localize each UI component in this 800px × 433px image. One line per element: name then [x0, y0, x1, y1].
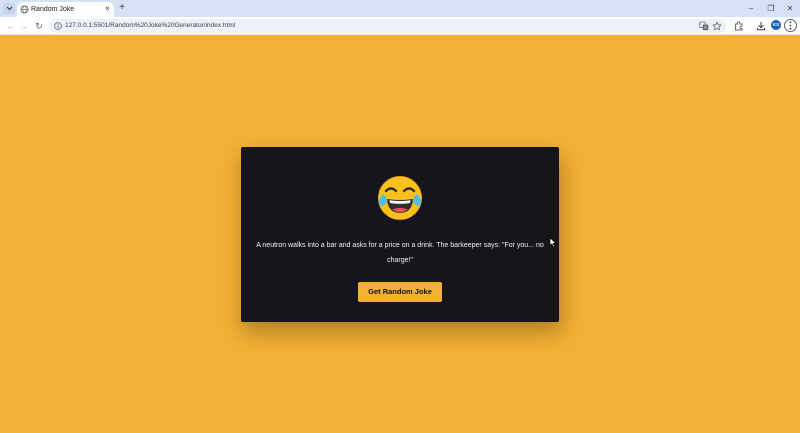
bookmark-star-icon[interactable] [712, 21, 722, 31]
tab-title: Random Joke [31, 6, 75, 13]
joke-text: A neutron walks into a bar and asks for … [256, 242, 544, 264]
globe-icon [20, 5, 29, 14]
tab-random-joke[interactable]: Random Joke × [17, 2, 114, 17]
site-info-icon[interactable] [54, 22, 62, 30]
svg-text:A: A [704, 25, 707, 30]
browser-menu-button[interactable] [784, 19, 797, 32]
tab-search-button[interactable] [3, 3, 15, 14]
close-window-button[interactable]: ✕ [784, 3, 796, 14]
tab-strip: Random Joke × + – ❐ ✕ [0, 0, 800, 17]
translate-icon[interactable]: A [699, 21, 709, 31]
download-icon[interactable] [755, 20, 767, 32]
chevron-down-icon [6, 6, 12, 11]
extensions-icon[interactable] [733, 20, 745, 32]
reload-button[interactable]: ↻ [33, 20, 45, 32]
joke-card: A neutron walks into a bar and asks for … [241, 147, 559, 322]
more-vert-icon [789, 21, 792, 30]
restore-button[interactable]: ❐ [765, 3, 777, 14]
face-with-tears-of-joy-icon [378, 176, 422, 220]
close-tab-icon[interactable]: × [103, 4, 112, 14]
back-button[interactable]: ← [4, 20, 16, 32]
address-bar[interactable]: 127.0.0.1:5501/Random%20Joke%20Generator… [49, 19, 726, 33]
profile-avatar[interactable]: KS [771, 20, 781, 30]
get-random-joke-button[interactable]: Get Random Joke [358, 282, 442, 302]
url-text[interactable]: 127.0.0.1:5501/Random%20Joke%20Generator… [65, 21, 235, 31]
browser-toolbar: ← → ↻ 127.0.0.1:5501/Random%20Joke%20Gen… [0, 17, 800, 35]
mouse-cursor-icon [549, 237, 557, 248]
forward-button[interactable]: → [18, 20, 30, 32]
new-tab-button[interactable]: + [117, 2, 127, 14]
minimize-button[interactable]: – [745, 3, 757, 14]
